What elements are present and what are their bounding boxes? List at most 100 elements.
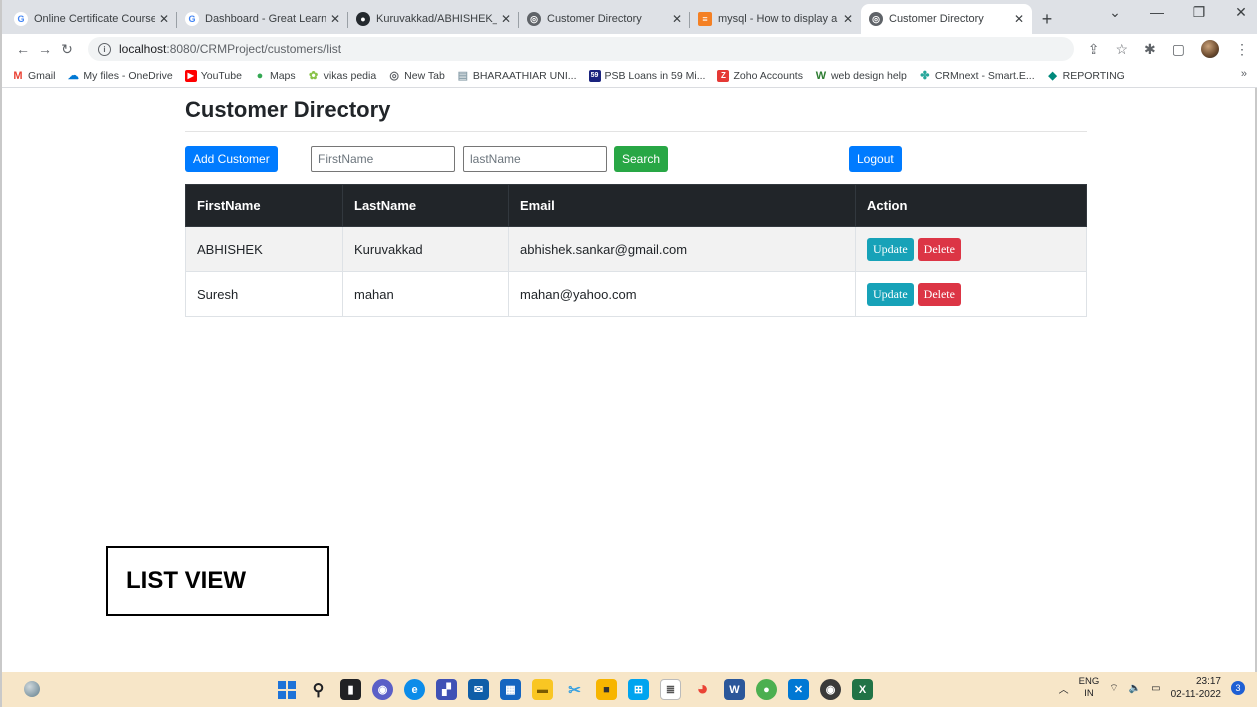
tab-2[interactable]: ● Kuruvakkad/ABHISHEK_ORI ✕ bbox=[348, 4, 519, 34]
edge-icon[interactable]: e bbox=[404, 679, 425, 700]
info-icon[interactable]: i bbox=[98, 42, 111, 56]
bookmark-onedrive[interactable]: ☁ My files - OneDrive bbox=[67, 69, 173, 83]
restore-icon[interactable]: ❐ bbox=[1187, 4, 1211, 21]
tab-0[interactable]: G Online Certificate Courses f ✕ bbox=[6, 4, 177, 34]
bookmark-label: web design help bbox=[830, 69, 907, 82]
notepad-icon[interactable]: ≣ bbox=[660, 679, 681, 700]
bookmark-maps[interactable]: ● Maps bbox=[254, 70, 296, 82]
reporting-icon: ◆ bbox=[1048, 70, 1057, 82]
new-tab-icon[interactable]: + bbox=[1032, 4, 1062, 34]
tab-5-active[interactable]: ◎ Customer Directory ✕ bbox=[861, 4, 1032, 34]
reload-icon[interactable]: ↻ bbox=[56, 41, 78, 58]
first-name-input[interactable]: FirstName bbox=[311, 146, 455, 172]
file-explorer-icon[interactable]: ▬ bbox=[532, 679, 553, 700]
menu-icon[interactable]: ⋮ bbox=[1235, 41, 1249, 58]
bookmark-label: My files - OneDrive bbox=[83, 69, 173, 82]
bookmark-crmnext[interactable]: ✤ CRMnext - Smart.E... bbox=[919, 69, 1035, 83]
extensions-icon[interactable]: ✱ bbox=[1144, 41, 1156, 58]
language-indicator[interactable]: ENG IN bbox=[1079, 676, 1100, 700]
add-customer-button[interactable]: Add Customer bbox=[185, 146, 278, 172]
calendar-icon[interactable]: ▦ bbox=[500, 679, 521, 700]
bookmark-psb[interactable]: 59 PSB Loans in 59 Mi... bbox=[588, 69, 705, 82]
update-button[interactable]: Update bbox=[867, 237, 914, 261]
vscode-icon[interactable]: ✕ bbox=[788, 679, 809, 700]
store-icon[interactable]: ⊞ bbox=[628, 679, 649, 700]
mail-icon[interactable]: ✉ bbox=[468, 679, 489, 700]
github-icon: ● bbox=[356, 12, 370, 26]
close-tab-icon[interactable]: ✕ bbox=[843, 12, 853, 26]
lang-bottom: IN bbox=[1084, 688, 1094, 699]
tab-search-icon[interactable]: ⌄ bbox=[1103, 4, 1127, 21]
share-icon[interactable]: ⇪ bbox=[1088, 41, 1100, 58]
first-name-cell: ABHISHEK bbox=[185, 226, 343, 272]
clock-time: 23:17 bbox=[1195, 676, 1221, 687]
bookmark-zoho[interactable]: Z Zoho Accounts bbox=[717, 69, 803, 82]
task-view-icon[interactable]: ▮ bbox=[340, 679, 361, 700]
sticky-notes-icon[interactable]: ■ bbox=[596, 679, 617, 700]
system-tray: ︿ ENG IN ⌔ 🔈 ▭ 23:17 02-11-2022 3 bbox=[1059, 675, 1245, 701]
bookmark-newtab[interactable]: ◎ New Tab bbox=[388, 70, 444, 83]
bookmark-reporting[interactable]: ◆ REPORTING bbox=[1047, 70, 1124, 83]
globe-icon: ◎ bbox=[869, 12, 883, 26]
snip-icon[interactable]: ✂ bbox=[564, 679, 585, 700]
delete-button[interactable]: Delete bbox=[917, 282, 961, 306]
app-icon[interactable]: ◉ bbox=[820, 679, 841, 700]
close-tab-icon[interactable]: ✕ bbox=[330, 12, 340, 26]
close-tab-icon[interactable]: ✕ bbox=[1014, 12, 1024, 26]
excel-icon[interactable]: X bbox=[852, 679, 873, 700]
close-window-icon[interactable]: ✕ bbox=[1229, 4, 1253, 21]
bookmark-label: vikas pedia bbox=[323, 69, 377, 82]
search-button[interactable]: Search bbox=[614, 146, 669, 172]
stackoverflow-icon: ≡ bbox=[698, 12, 712, 26]
profile-avatar[interactable] bbox=[1201, 40, 1219, 58]
volume-icon[interactable]: 🔈 bbox=[1129, 683, 1141, 694]
bookmark-vikaspedia[interactable]: ✿ vikas pedia bbox=[308, 69, 377, 83]
taskbar: ⚲ ▮ ◉ e ▞ ✉ ▦ ▬ ✂ ■ ⊞ ≣ ◕ W ● ✕ ◉ X ︿ EN… bbox=[2, 672, 1257, 707]
side-panel-icon[interactable]: ▢ bbox=[1172, 41, 1185, 58]
psb-icon: 59 bbox=[588, 69, 601, 82]
close-tab-icon[interactable]: ✕ bbox=[501, 12, 511, 26]
weather-icon[interactable] bbox=[24, 681, 40, 697]
column-header: LastName bbox=[342, 184, 509, 227]
bookmark-label: CRMnext - Smart.E... bbox=[934, 69, 1035, 82]
bookmark-webdesign[interactable]: Wweb design help bbox=[815, 70, 907, 82]
bookmark-gmail[interactable]: M Gmail bbox=[12, 70, 55, 82]
bookmark-youtube[interactable]: ▶ YouTube bbox=[184, 69, 242, 82]
delete-button[interactable]: Delete bbox=[917, 237, 961, 261]
tab-1[interactable]: G Dashboard - Great Learning ✕ bbox=[177, 4, 348, 34]
minimize-icon[interactable]: — bbox=[1145, 4, 1169, 21]
battery-icon[interactable]: ▭ bbox=[1151, 683, 1160, 694]
back-icon[interactable]: ← bbox=[12, 41, 34, 57]
bookmark-label: Zoho Accounts bbox=[733, 69, 803, 82]
chrome-icon[interactable]: ◕ bbox=[692, 678, 713, 700]
bookmark-label: Gmail bbox=[28, 69, 56, 82]
tab-4[interactable]: ≡ mysql - How to display a da ✕ bbox=[690, 4, 861, 34]
logout-button[interactable]: Logout bbox=[849, 146, 902, 172]
column-header: FirstName bbox=[185, 184, 343, 227]
bookmark-star-icon[interactable]: ☆ bbox=[1115, 41, 1128, 58]
chevron-up-icon[interactable]: ︿ bbox=[1059, 681, 1069, 696]
first-name-cell: Suresh bbox=[185, 271, 343, 317]
bookmark-label: BHARAATHIAR UNI... bbox=[472, 69, 577, 82]
word-icon[interactable]: W bbox=[724, 679, 745, 700]
close-tab-icon[interactable]: ✕ bbox=[672, 12, 682, 26]
search-icon[interactable]: ⚲ bbox=[308, 679, 329, 700]
tab-3[interactable]: ◎ Customer Directory ✕ bbox=[519, 4, 690, 34]
tab-title: Dashboard - Great Learning bbox=[205, 13, 326, 25]
bookmark-bharathiar[interactable]: ▤ BHARAATHIAR UNI... bbox=[457, 69, 577, 83]
close-tab-icon[interactable]: ✕ bbox=[159, 12, 169, 26]
update-button[interactable]: Update bbox=[867, 282, 914, 306]
forward-icon[interactable]: → bbox=[34, 41, 56, 57]
clock[interactable]: 23:17 02-11-2022 bbox=[1171, 675, 1221, 701]
photos-icon[interactable]: ▞ bbox=[436, 679, 457, 700]
notification-badge[interactable]: 3 bbox=[1231, 681, 1245, 695]
wifi-icon[interactable]: ⌔ bbox=[1109, 682, 1118, 695]
column-header: Action bbox=[855, 184, 1087, 227]
more-bookmarks-icon[interactable]: » bbox=[1241, 68, 1247, 80]
tab-title: Customer Directory bbox=[547, 13, 642, 25]
last-name-input[interactable]: lastName bbox=[463, 146, 607, 172]
chat-icon[interactable]: ◉ bbox=[372, 679, 393, 700]
address-bar[interactable]: i localhost:8080/CRMProject/customers/li… bbox=[88, 37, 1074, 61]
eclipse-icon[interactable]: ● bbox=[756, 679, 777, 700]
windows-start-icon[interactable] bbox=[276, 679, 297, 700]
